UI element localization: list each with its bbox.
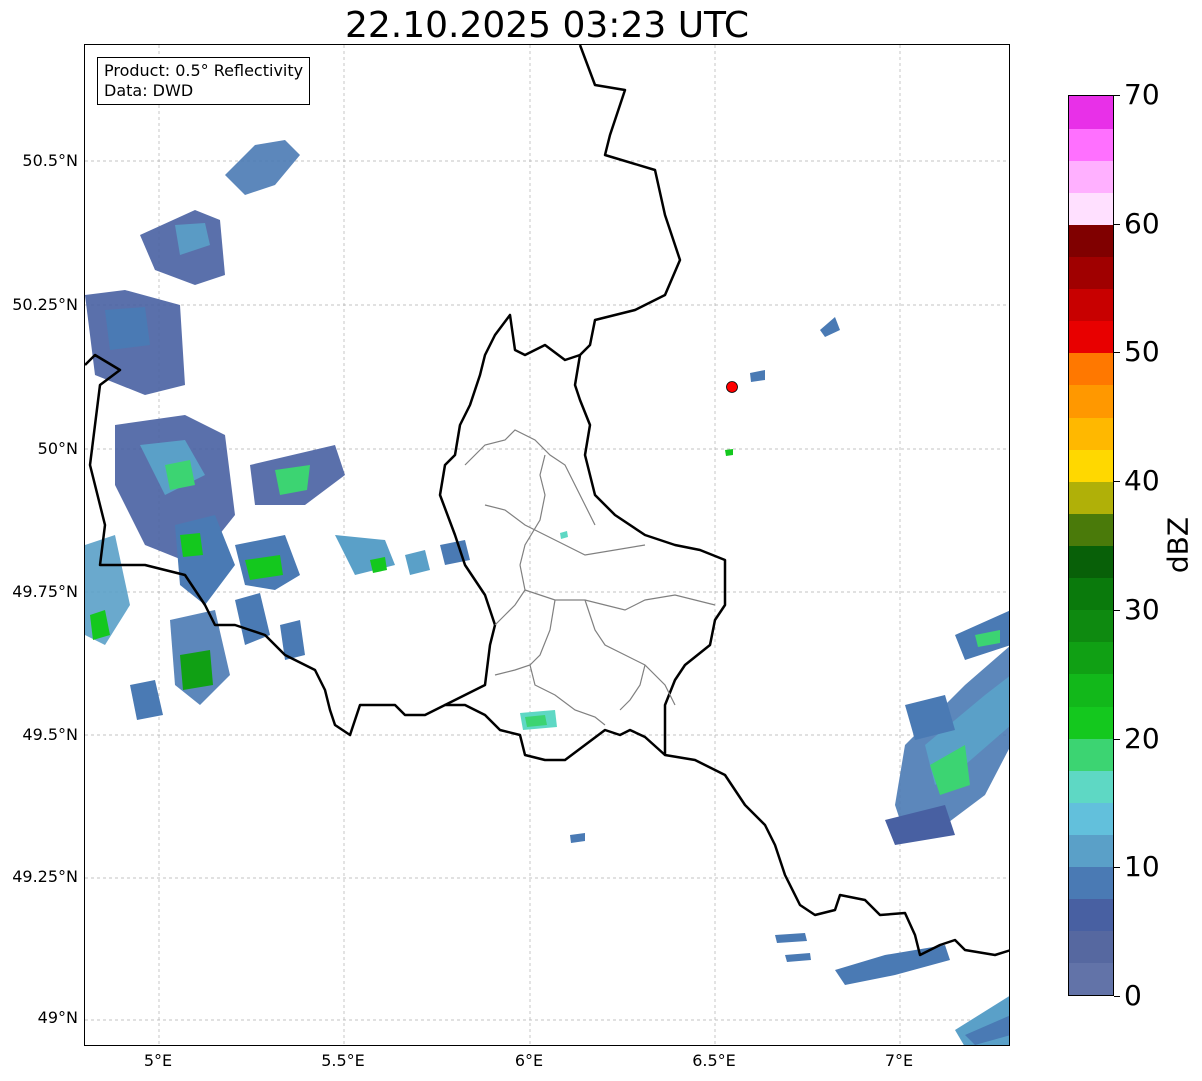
colorbar-segment	[1069, 256, 1113, 290]
colorbar-segment	[1069, 930, 1113, 964]
colorbar-segment	[1069, 802, 1113, 835]
colorbar-tick-mark	[1114, 996, 1120, 997]
echo-cluster	[235, 593, 270, 645]
colorbar-segment	[1069, 770, 1113, 803]
lon-tick-label: 5°E	[143, 1051, 173, 1070]
colorbar-tick-mark	[1114, 481, 1120, 482]
colorbar-segment	[1069, 384, 1113, 418]
map-title: 22.10.2025 03:23 UTC	[344, 5, 750, 46]
colorbar-segment	[1069, 352, 1113, 386]
lon-tick-label: 6°E	[514, 1051, 544, 1070]
echo-cluster	[405, 550, 430, 575]
colorbar-tick-label: 30	[1124, 593, 1160, 626]
echo-cluster	[175, 515, 235, 605]
colorbar-tick-label: 40	[1124, 464, 1160, 497]
echo-cluster	[130, 680, 163, 720]
colorbar-tick-label: 0	[1124, 979, 1142, 1012]
colorbar-segment	[1069, 224, 1113, 258]
colorbar-tick-label: 10	[1124, 850, 1160, 883]
lon-tick-label: 7°E	[884, 1051, 914, 1070]
echo-cluster	[560, 531, 568, 539]
lat-tick-label: 50°N	[37, 439, 78, 458]
lat-tick-label: 49.5°N	[22, 725, 78, 744]
colorbar-segment	[1069, 738, 1113, 771]
radar-echoes	[85, 140, 1009, 1045]
echo-cluster	[440, 540, 470, 565]
colorbar-segment	[1069, 834, 1113, 868]
echo-cluster	[820, 317, 840, 337]
lat-tick-label: 49°N	[37, 1008, 78, 1027]
colorbar-segment	[1069, 641, 1113, 675]
product-label: Product: 0.5° Reflectivity	[104, 61, 304, 80]
lat-tick-label: 50.5°N	[22, 151, 78, 170]
colorbar-segment	[1069, 320, 1113, 354]
colorbar-segment	[1069, 449, 1113, 482]
colorbar-tick-label: 60	[1124, 207, 1160, 240]
radar-map	[85, 45, 1009, 1045]
echo-cluster	[785, 953, 811, 962]
colorbar-segment	[1069, 192, 1113, 225]
data-source-label: Data: DWD	[104, 81, 194, 100]
colorbar-tick-mark	[1114, 867, 1120, 868]
colorbar-tick-mark	[1114, 739, 1120, 740]
colorbar-segment	[1069, 96, 1113, 129]
colorbar-tick-mark	[1114, 352, 1120, 353]
echo-cluster	[225, 140, 300, 195]
echo-cluster	[725, 449, 733, 456]
colorbar-tick-label: 50	[1124, 335, 1160, 368]
colorbar-tick-label: 20	[1124, 722, 1160, 755]
echo-cluster	[165, 460, 195, 490]
colorbar-tick-label: 70	[1124, 78, 1160, 111]
colorbar-segment	[1069, 160, 1113, 193]
echo-cluster	[105, 307, 150, 350]
lat-tick-label: 49.75°N	[12, 582, 78, 601]
lon-tick-label: 6.5°E	[692, 1051, 736, 1070]
colorbar-unit-label: dBZ	[1161, 516, 1195, 574]
colorbar	[1068, 95, 1114, 996]
colorbar-segment	[1069, 609, 1113, 643]
echo-cluster	[750, 370, 765, 382]
map-panel	[84, 44, 1010, 1046]
radar-site-marker	[726, 381, 738, 393]
colorbar-segment	[1069, 577, 1113, 611]
colorbar-segment	[1069, 417, 1113, 450]
colorbar-segment	[1069, 128, 1113, 161]
colorbar-tick-mark	[1114, 224, 1120, 225]
colorbar-segment	[1069, 513, 1113, 546]
echo-cluster	[775, 933, 807, 943]
colorbar-segment	[1069, 866, 1113, 900]
colorbar-segment	[1069, 481, 1113, 514]
echo-cluster	[180, 533, 203, 557]
echo-cluster	[180, 650, 213, 690]
echo-cluster	[525, 715, 547, 727]
colorbar-segment	[1069, 962, 1113, 996]
colorbar-segment	[1069, 288, 1113, 322]
echo-cluster	[835, 945, 950, 985]
colorbar-segment	[1069, 898, 1113, 932]
lat-tick-label: 50.25°N	[12, 295, 78, 314]
colorbar-tick-mark	[1114, 95, 1120, 96]
lon-tick-label: 5.5°E	[321, 1051, 365, 1070]
colorbar-segment	[1069, 706, 1113, 739]
echo-cluster	[570, 833, 585, 843]
lat-tick-label: 49.25°N	[12, 867, 78, 886]
colorbar-segment	[1069, 673, 1113, 707]
legend-box: Product: 0.5° Reflectivity Data: DWD	[97, 57, 311, 105]
colorbar-segment	[1069, 545, 1113, 579]
colorbar-tick-mark	[1114, 610, 1120, 611]
